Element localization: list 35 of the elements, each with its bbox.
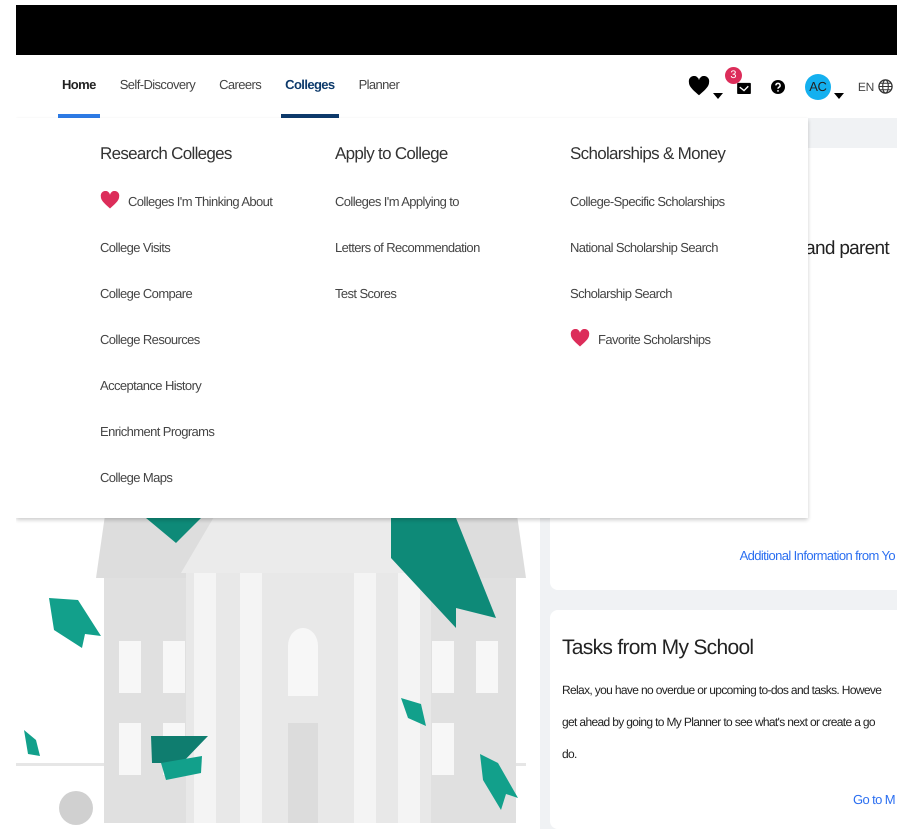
globe-icon[interactable]: [878, 79, 893, 94]
tasks-message: Relax, you have no overdue or upcoming to-dos and tasks. Howeve get ahead by going to My Planner to see what's next or create a go do.: [562, 682, 882, 763]
help-icon[interactable]: [770, 80, 785, 94]
card-title: Tasks from My School: [562, 636, 754, 660]
menu-section-heading: Apply to College: [335, 144, 449, 165]
menu-link[interactable]: College Visits: [100, 240, 170, 254]
mail-icon[interactable]: [736, 82, 751, 94]
notification-count: 3: [724, 66, 742, 84]
menu-link[interactable]: College Resources: [100, 332, 200, 346]
heart-icon: [570, 329, 590, 349]
planner-link[interactable]: Go to M: [852, 792, 895, 807]
menu-section-heading: Scholarships & Money: [570, 144, 727, 165]
menu-link[interactable]: Colleges I'm Applying to: [335, 194, 459, 208]
menu-section-heading: Research Colleges: [100, 144, 233, 165]
nav-tab[interactable]: Self-Discovery: [116, 55, 200, 118]
menu-link[interactable]: Scholarship Search: [570, 286, 672, 300]
menu-link[interactable]: College Maps: [100, 470, 172, 484]
menu-link[interactable]: Acceptance History: [100, 378, 202, 392]
menu-link[interactable]: College-Specific Scholarships: [570, 194, 725, 208]
user-avatar[interactable]: AC: [804, 74, 831, 100]
language-selector[interactable]: EN: [858, 80, 874, 94]
heart-icon: [100, 191, 120, 211]
nav-tab[interactable]: Careers: [215, 55, 266, 118]
menu-link[interactable]: College Compare: [100, 286, 192, 300]
additional-info-link[interactable]: Additional Information from Yo: [740, 548, 895, 563]
menu-link[interactable]: Favorite Scholarships: [598, 332, 710, 346]
nav-tab[interactable]: Planner: [354, 55, 404, 118]
menu-link[interactable]: Enrichment Programs: [100, 424, 214, 438]
menu-link[interactable]: Test Scores: [335, 286, 396, 300]
caret-icon[interactable]: [712, 92, 723, 98]
menu-link[interactable]: Colleges I'm Thinking About: [128, 194, 272, 208]
caret-icon[interactable]: [834, 92, 844, 98]
menu-link[interactable]: Letters of Recommendation: [335, 240, 480, 254]
heart-icon[interactable]: [688, 76, 710, 98]
menu-link[interactable]: National Scholarship Search: [570, 240, 718, 254]
